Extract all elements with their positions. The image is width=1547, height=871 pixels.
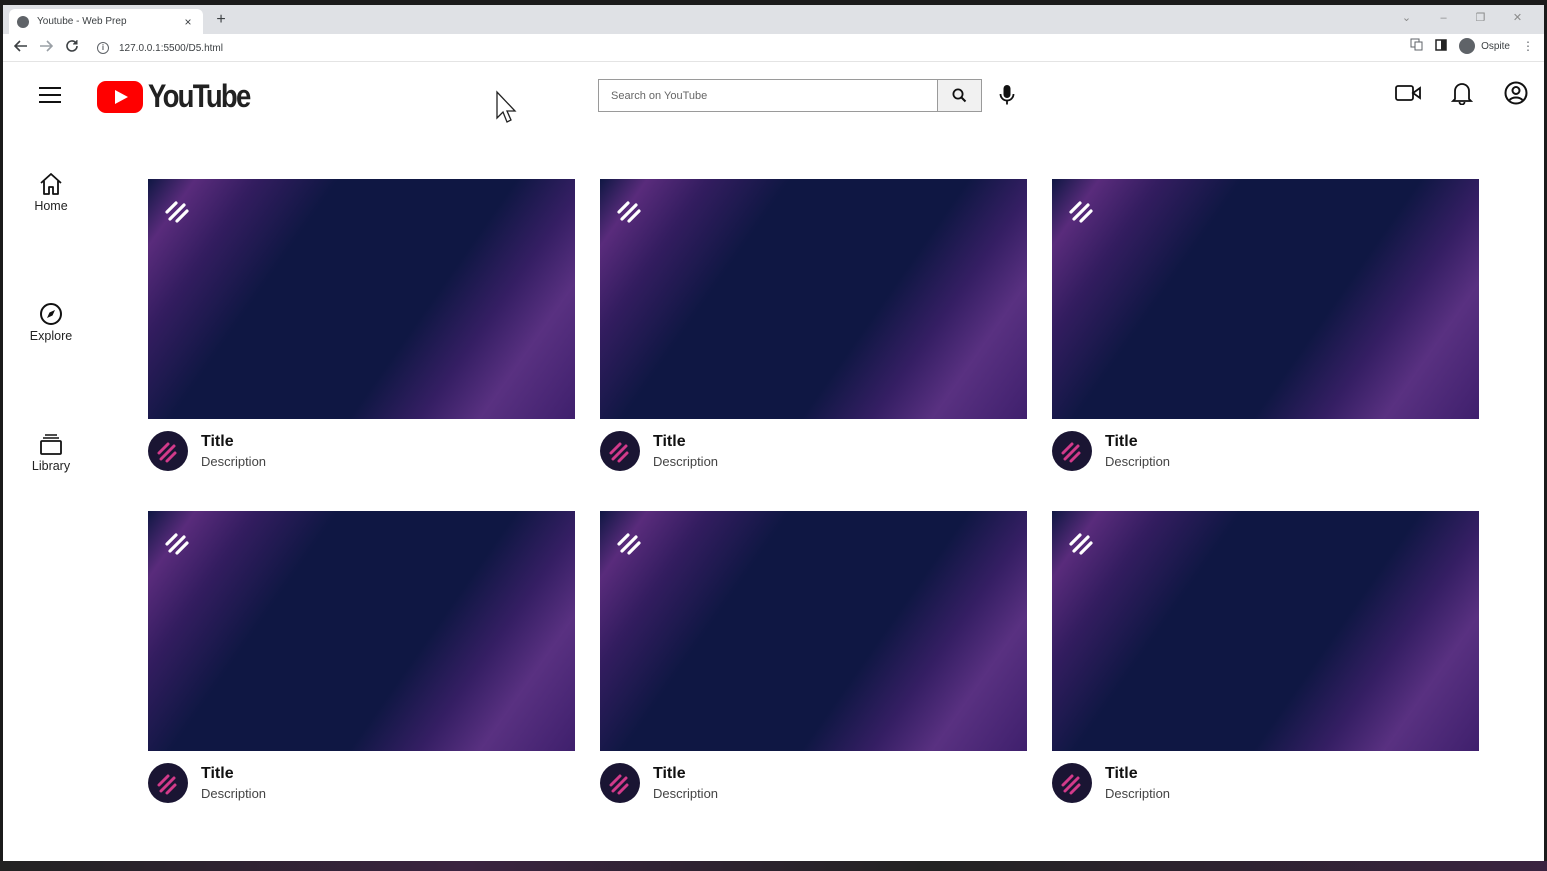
forward-arrow-icon[interactable] — [36, 38, 56, 58]
video-title[interactable]: Title — [653, 433, 718, 451]
video-thumbnail[interactable] — [148, 179, 575, 419]
mouse-cursor-icon — [496, 90, 517, 123]
video-meta: Title Description — [148, 763, 575, 803]
youtube-header: YouTube — [3, 63, 1544, 129]
site-info-icon[interactable]: i — [97, 42, 109, 54]
brand-logo-icon — [1069, 201, 1093, 223]
video-thumbnail[interactable] — [600, 511, 1027, 751]
back-arrow-icon[interactable] — [11, 38, 31, 58]
toolbar-right: Ospite ⋮ — [1410, 38, 1534, 54]
video-meta: Title Description — [600, 763, 1027, 803]
channel-avatar[interactable] — [1052, 763, 1092, 803]
more-menu-icon[interactable]: ⋮ — [1522, 39, 1534, 53]
restore-button[interactable]: ❐ — [1462, 9, 1499, 27]
brand-logo-icon — [617, 533, 641, 555]
brand-logo-icon — [165, 201, 189, 223]
brand-logo-icon — [165, 533, 189, 555]
tab-bar: Youtube - Web Prep × + ⌄ – ❐ ✕ — [3, 5, 1544, 34]
home-icon — [40, 173, 62, 195]
minimize-button[interactable]: – — [1425, 9, 1462, 27]
tab-title: Youtube - Web Prep — [37, 16, 127, 27]
library-icon — [40, 434, 62, 455]
channel-avatar[interactable] — [1052, 431, 1092, 471]
brand-logo-icon — [617, 201, 641, 223]
video-title[interactable]: Title — [201, 433, 266, 451]
search-icon — [952, 88, 967, 103]
video-card[interactable]: Title Description — [600, 179, 1027, 511]
play-logo-icon — [97, 80, 143, 113]
video-description: Description — [1105, 454, 1171, 469]
account-icon[interactable] — [1502, 79, 1530, 107]
video-title[interactable]: Title — [201, 765, 266, 783]
close-window-button[interactable]: ✕ — [1499, 9, 1536, 27]
sidebar-item-library[interactable]: Library — [3, 431, 99, 473]
video-description: Description — [653, 454, 719, 469]
video-title[interactable]: Title — [1105, 765, 1170, 783]
video-meta: Title Description — [148, 431, 575, 471]
video-card[interactable]: Title Description — [600, 511, 1027, 843]
video-description: Description — [1105, 786, 1171, 801]
profile-avatar-icon[interactable] — [1459, 38, 1476, 54]
taskbar-edge — [0, 861, 1547, 871]
video-thumbnail[interactable] — [1052, 511, 1479, 751]
sidebar-item-label: Library — [31, 459, 71, 473]
tab-search-icon[interactable]: ⌄ — [1388, 9, 1425, 27]
browser-toolbar: i 127.0.0.1:5500/D5.html Ospite ⋮ — [3, 34, 1544, 62]
video-meta: Title Description — [1052, 431, 1479, 471]
microphone-icon[interactable] — [997, 83, 1017, 109]
reload-icon[interactable] — [62, 38, 82, 58]
translate-icon[interactable] — [1410, 38, 1423, 54]
side-panel-icon[interactable] — [1435, 38, 1447, 54]
address-bar[interactable]: i 127.0.0.1:5500/D5.html — [91, 37, 1381, 59]
profile-label[interactable]: Ospite — [1481, 41, 1510, 52]
notifications-bell-icon[interactable] — [1448, 79, 1476, 107]
sidebar-item-explore[interactable]: Explore — [3, 301, 99, 343]
video-grid: Title Description Title Description Titl… — [148, 179, 1479, 843]
video-meta: Title Description — [600, 431, 1027, 471]
brand-logo-icon — [1069, 533, 1093, 555]
video-thumbnail[interactable] — [1052, 179, 1479, 419]
video-card[interactable]: Title Description — [148, 179, 575, 511]
close-tab-icon[interactable]: × — [181, 15, 195, 29]
compass-icon — [40, 303, 62, 325]
channel-avatar[interactable] — [600, 431, 640, 471]
search-bar — [598, 79, 982, 112]
video-title[interactable]: Title — [1105, 433, 1170, 451]
video-description: Description — [201, 454, 267, 469]
channel-avatar[interactable] — [600, 763, 640, 803]
search-input[interactable] — [598, 79, 938, 112]
youtube-logo[interactable]: YouTube — [97, 78, 266, 115]
channel-avatar[interactable] — [148, 431, 188, 471]
video-thumbnail[interactable] — [600, 179, 1027, 419]
logo-text: YouTube — [148, 78, 251, 114]
sidebar-item-label: Home — [34, 199, 68, 213]
new-tab-button[interactable]: + — [211, 11, 231, 29]
sidebar-item-label: Explore — [29, 329, 73, 343]
video-title[interactable]: Title — [653, 765, 718, 783]
video-thumbnail[interactable] — [148, 511, 575, 751]
video-card[interactable]: Title Description — [148, 511, 575, 843]
video-card[interactable]: Title Description — [1052, 179, 1479, 511]
header-actions — [1394, 79, 1530, 107]
video-card[interactable]: Title Description — [1052, 511, 1479, 843]
window-controls: ⌄ – ❐ ✕ — [1388, 9, 1536, 27]
video-description: Description — [653, 786, 719, 801]
browser-tab[interactable]: Youtube - Web Prep × — [9, 9, 203, 34]
search-button[interactable] — [938, 79, 982, 112]
browser-window: Youtube - Web Prep × + ⌄ – ❐ ✕ i 127.0.0… — [3, 5, 1544, 861]
sidebar-item-home[interactable]: Home — [3, 171, 99, 213]
video-description: Description — [201, 786, 267, 801]
url-text: 127.0.0.1:5500/D5.html — [119, 42, 223, 54]
channel-avatar[interactable] — [148, 763, 188, 803]
hamburger-menu-icon[interactable] — [39, 87, 61, 103]
globe-icon — [17, 15, 29, 28]
video-meta: Title Description — [1052, 763, 1479, 803]
create-video-icon[interactable] — [1394, 79, 1422, 107]
